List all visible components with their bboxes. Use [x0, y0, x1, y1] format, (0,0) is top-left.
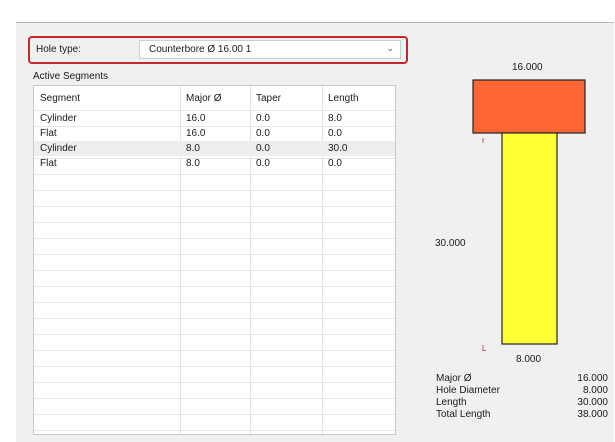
property-value: 8.000 — [582, 385, 608, 396]
property-label: Hole Diameter — [436, 385, 500, 396]
property-label: Major Ø — [436, 373, 472, 384]
property-label: Total Length — [436, 409, 491, 420]
bottom-dimension: 8.000 — [516, 354, 542, 365]
top-marker: r — [482, 136, 485, 145]
property-value: 38.000 — [577, 409, 608, 420]
hole-profile-diagram — [472, 79, 586, 345]
property-label: Length — [436, 397, 467, 408]
counterbore-segment — [472, 79, 586, 134]
top-dimension: 16.000 — [512, 62, 543, 73]
property-value: 16.000 — [577, 373, 608, 384]
property-value: 30.000 — [577, 397, 608, 408]
bottom-marker: L — [482, 344, 487, 353]
hole-segment — [501, 132, 558, 345]
hole-definition-panel: Hole type: Counterbore Ø 16.00 1 ⌄ Activ… — [16, 22, 614, 442]
side-dimension: 30.000 — [435, 238, 466, 249]
